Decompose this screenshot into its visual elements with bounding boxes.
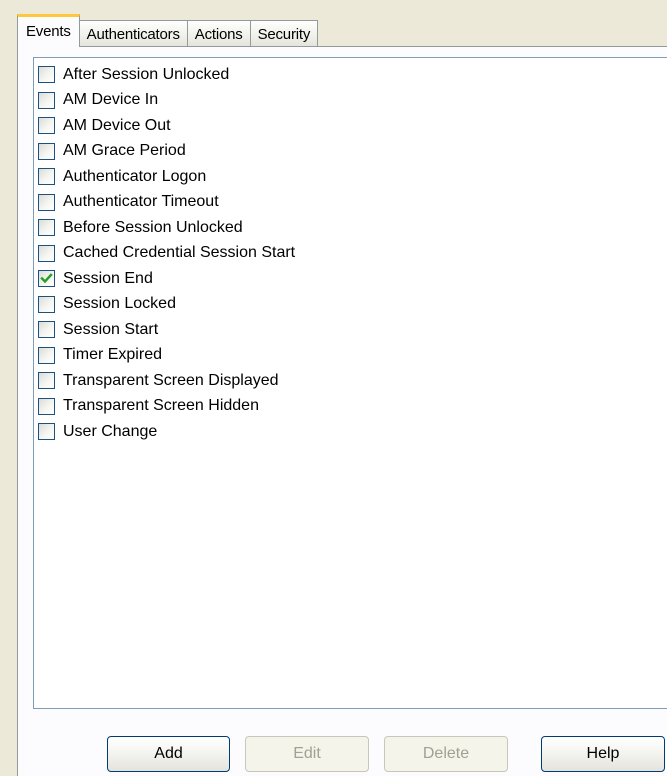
checkmark-icon xyxy=(40,273,53,284)
event-item-authenticator-timeout[interactable]: Authenticator Timeout xyxy=(34,190,667,216)
event-item-authenticator-logon[interactable]: Authenticator Logon xyxy=(34,164,667,190)
event-item-session-end[interactable]: Session End xyxy=(34,266,667,292)
event-item-am-grace-period[interactable]: AM Grace Period xyxy=(34,139,667,165)
event-label: Transparent Screen Displayed xyxy=(63,371,279,389)
help-button[interactable]: Help xyxy=(541,736,665,772)
tab-actions[interactable]: Actions xyxy=(186,20,251,47)
event-label: Session Locked xyxy=(63,295,176,313)
event-checkbox[interactable] xyxy=(38,295,55,313)
event-label: Session Start xyxy=(63,320,159,338)
edit-button[interactable]: Edit xyxy=(245,736,369,772)
event-item-am-device-in[interactable]: AM Device In xyxy=(34,88,667,114)
event-label: After Session Unlocked xyxy=(63,65,230,83)
event-checkbox[interactable] xyxy=(38,423,55,441)
event-checkbox[interactable] xyxy=(38,219,55,237)
events-dialog: Events Authenticators Actions Security A… xyxy=(0,0,667,776)
events-checklist[interactable]: After Session Unlocked AM Device In AM D… xyxy=(33,57,667,709)
event-item-timer-expired[interactable]: Timer Expired xyxy=(34,343,667,369)
event-label: Authenticator Logon xyxy=(63,167,207,185)
event-checkbox[interactable] xyxy=(38,244,55,262)
event-checkbox[interactable] xyxy=(38,346,55,364)
event-checkbox[interactable] xyxy=(38,193,55,211)
event-checkbox[interactable] xyxy=(38,372,55,390)
event-item-after-session-unlocked[interactable]: After Session Unlocked xyxy=(34,62,667,88)
event-label: AM Grace Period xyxy=(63,142,186,160)
event-label: User Change xyxy=(63,422,158,440)
event-item-session-locked[interactable]: Session Locked xyxy=(34,292,667,318)
delete-button[interactable]: Delete xyxy=(384,736,508,772)
event-label: Authenticator Timeout xyxy=(63,193,219,211)
event-checkbox[interactable] xyxy=(38,321,55,339)
add-button[interactable]: Add xyxy=(107,736,230,772)
event-label: Timer Expired xyxy=(63,346,162,364)
event-item-session-start[interactable]: Session Start xyxy=(34,317,667,343)
event-item-transparent-screen-hidden[interactable]: Transparent Screen Hidden xyxy=(34,394,667,420)
event-checkbox[interactable] xyxy=(38,142,55,160)
event-label: Transparent Screen Hidden xyxy=(63,397,259,415)
tab-authenticators[interactable]: Authenticators xyxy=(78,20,188,47)
event-label: Session End xyxy=(63,269,153,287)
event-checkbox-checked[interactable] xyxy=(38,270,55,288)
event-item-before-session-unlocked[interactable]: Before Session Unlocked xyxy=(34,215,667,241)
event-label: AM Device In xyxy=(63,91,159,109)
event-item-cached-credential-session-start[interactable]: Cached Credential Session Start xyxy=(34,241,667,267)
event-label: AM Device Out xyxy=(63,116,171,134)
event-label: Before Session Unlocked xyxy=(63,218,243,236)
event-checkbox[interactable] xyxy=(38,91,55,109)
event-item-user-change[interactable]: User Change xyxy=(34,419,667,445)
event-item-transparent-screen-displayed[interactable]: Transparent Screen Displayed xyxy=(34,368,667,394)
tab-security[interactable]: Security xyxy=(249,20,319,47)
event-item-am-device-out[interactable]: AM Device Out xyxy=(34,113,667,139)
tab-strip: Events Authenticators Actions Security xyxy=(17,13,319,47)
event-checkbox[interactable] xyxy=(38,117,55,135)
event-checkbox[interactable] xyxy=(38,66,55,84)
event-checkbox[interactable] xyxy=(38,168,55,186)
tab-events[interactable]: Events xyxy=(17,14,80,47)
event-checkbox[interactable] xyxy=(38,397,55,415)
event-label: Cached Credential Session Start xyxy=(63,244,296,262)
